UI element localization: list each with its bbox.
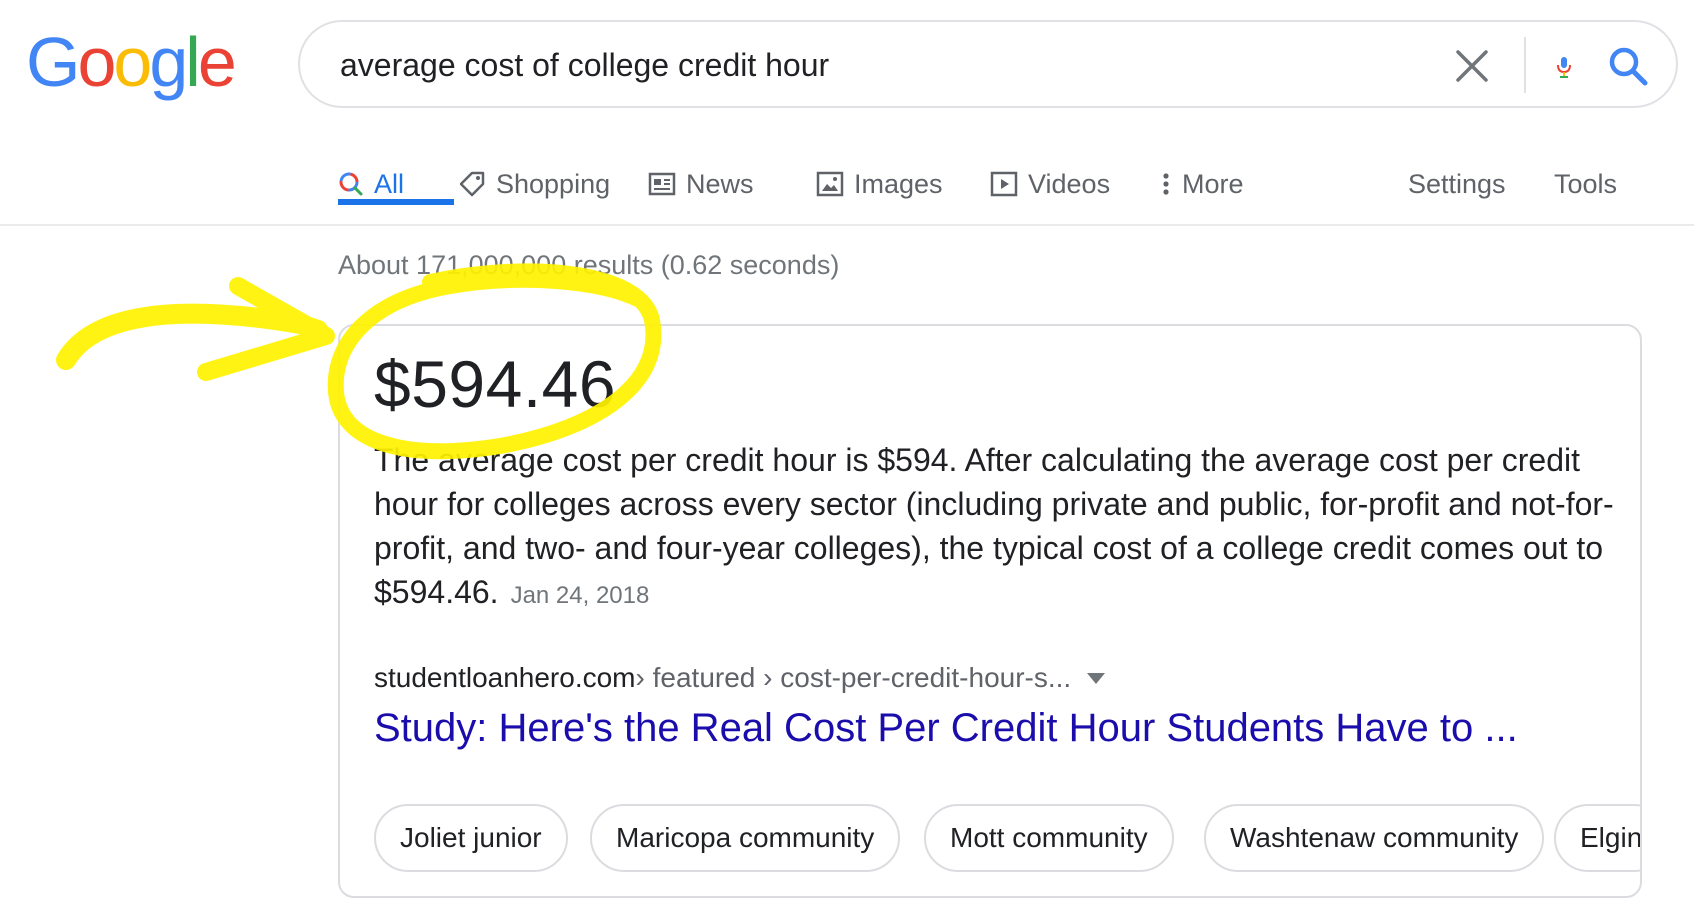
- google-logo[interactable]: Google: [26, 23, 237, 101]
- tag-icon: [459, 171, 485, 197]
- featured-snippet: $594.46 The average cost per credit hour…: [338, 324, 1642, 898]
- logo-letter: e: [197, 23, 237, 101]
- logo-letter: o: [77, 23, 116, 101]
- snippet-answer: $594.46: [374, 347, 617, 421]
- annotation-arrow-shaft: [56, 303, 328, 370]
- header-divider: [0, 224, 1694, 226]
- settings-link[interactable]: Settings: [1408, 162, 1506, 206]
- tab-label: News: [686, 168, 754, 199]
- tools-link[interactable]: Tools: [1554, 162, 1617, 206]
- tab-label: More: [1182, 168, 1244, 199]
- search-box-divider: [1524, 37, 1526, 93]
- logo-letter: g: [149, 23, 188, 101]
- search-icon: [339, 172, 363, 196]
- logo-letter: G: [26, 23, 80, 101]
- tab-shopping[interactable]: Shopping: [458, 162, 610, 206]
- snippet-date: Jan 24, 2018: [510, 582, 650, 609]
- chip-mott-community[interactable]: Mott community: [924, 804, 1174, 872]
- newspaper-icon: [648, 172, 676, 196]
- result-stats: About 171,000,000 results (0.62 seconds): [338, 250, 840, 280]
- mic-icon[interactable]: [1546, 48, 1582, 84]
- more-vert-icon: [1163, 173, 1169, 195]
- image-icon: [816, 171, 844, 197]
- search-icon[interactable]: [1604, 42, 1652, 90]
- tab-all[interactable]: All: [338, 162, 454, 206]
- chevron-down-icon[interactable]: [1087, 672, 1106, 684]
- close-icon[interactable]: [1450, 44, 1494, 88]
- annotation-arrow-head: [197, 277, 335, 381]
- result-title-link[interactable]: Study: Here's the Real Cost Per Credit H…: [374, 706, 1518, 751]
- logo-letter: l: [185, 23, 200, 101]
- search-input[interactable]: [340, 40, 1340, 90]
- tab-images[interactable]: Images: [816, 162, 943, 206]
- tab-label: All: [374, 168, 405, 199]
- source-domain: studentloanhero.com: [374, 662, 636, 693]
- search-tabs: All Shopping News Images Videos More Set…: [318, 150, 1694, 224]
- logo-letter: o: [113, 23, 152, 101]
- snippet-text: The average cost per credit hour is $594…: [374, 438, 1624, 618]
- tab-label: Videos: [1028, 168, 1111, 199]
- chip-joliet-junior[interactable]: Joliet junior: [374, 804, 568, 872]
- source-breadcrumb: studentloanhero.com › featured › cost-pe…: [374, 662, 1106, 694]
- chip-washtenaw-community[interactable]: Washtenaw community: [1204, 804, 1545, 872]
- tab-label: Images: [854, 168, 943, 199]
- chip-elgin[interactable]: Elgin: [1554, 804, 1640, 872]
- source-path: › featured › cost-per-credit-hour-s...: [635, 662, 1072, 693]
- search-box: [298, 20, 1678, 108]
- tab-news[interactable]: News: [648, 162, 754, 206]
- active-tab-indicator: [338, 199, 454, 205]
- tab-videos[interactable]: Videos: [990, 162, 1110, 206]
- chip-maricopa-community[interactable]: Maricopa community: [590, 804, 901, 872]
- tab-label: Shopping: [496, 168, 611, 199]
- tab-more[interactable]: More: [1160, 162, 1244, 206]
- play-icon: [990, 171, 1018, 197]
